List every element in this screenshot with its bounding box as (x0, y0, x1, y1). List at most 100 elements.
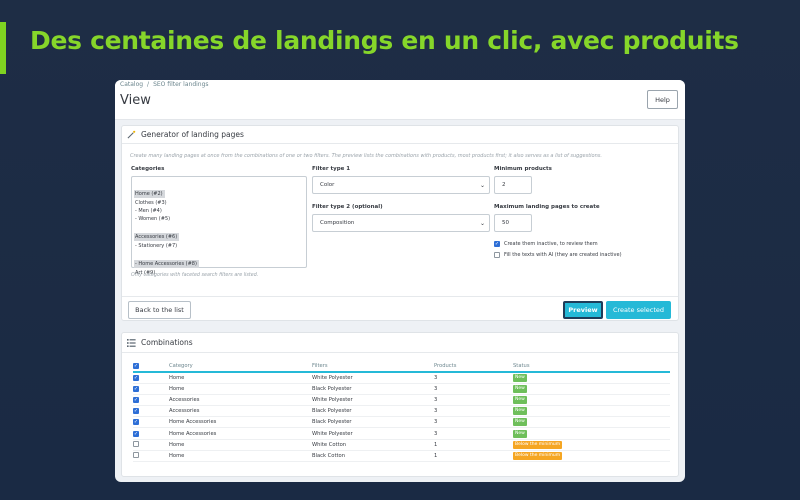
table-row[interactable]: ✓ Home Accessories White Polyester 3 New (133, 427, 670, 440)
table-row[interactable]: Home White Cotton 1 Below the minimum (133, 439, 670, 451)
row-checkbox[interactable] (133, 451, 139, 458)
breadcrumb-catalog[interactable]: Catalog (120, 81, 143, 88)
row-category: Accessories (169, 394, 312, 407)
help-button[interactable]: Help (647, 90, 678, 109)
inactive-label: Create them inactive, to review them (504, 241, 598, 247)
row-filters: Black Polyester (312, 383, 434, 395)
status-badge: New (513, 373, 527, 382)
row-checkbox[interactable] (133, 440, 139, 447)
row-select-cell (133, 450, 169, 463)
select-all-cell: ✓ (133, 360, 169, 373)
accent-bar (0, 22, 6, 74)
filter1-select[interactable]: Color ⌄ (312, 176, 490, 194)
ai-label: Fill the texts with AI (they are created… (504, 252, 622, 258)
combinations-header: Combinations (122, 333, 678, 353)
min-products-input[interactable]: 2 (494, 176, 532, 194)
row-checkbox[interactable]: ✓ (133, 430, 139, 437)
table-row[interactable]: ✓ Accessories Black Polyester 3 New (133, 405, 670, 418)
combinations-panel: Combinations ✓ Category Filters Products… (121, 332, 679, 477)
select-all-checkbox[interactable]: ✓ (133, 362, 139, 369)
magic-wand-icon (127, 130, 136, 139)
back-to-list-button[interactable]: Back to the list (128, 301, 191, 319)
row-category: Home (169, 439, 312, 451)
row-select-cell: ✓ (133, 405, 169, 418)
combinations-title: Combinations (141, 338, 193, 347)
inactive-option[interactable]: ✓ Create them inactive, to review them (494, 241, 598, 247)
row-status-cell: Below the minimum (513, 450, 670, 463)
table-row[interactable]: ✓ Accessories White Polyester 3 New (133, 394, 670, 407)
row-category: Home Accessories (169, 416, 312, 429)
category-option[interactable]: - Women (#5) (134, 215, 304, 223)
filter1-label: Filter type 1 (312, 166, 351, 172)
row-status-cell: New (513, 405, 670, 418)
status-badge: New (513, 429, 527, 438)
table-row[interactable]: Home Black Cotton 1 Below the minimum (133, 450, 670, 463)
preview-button[interactable]: Preview (563, 301, 603, 319)
categories-hint: Only categories with faceted search filt… (131, 273, 259, 278)
page-title: View (120, 93, 151, 108)
combinations-body: ✓ Home White Polyester 3 New ✓ Home Black Polye… (133, 372, 670, 463)
row-filters: White Polyester (312, 372, 434, 384)
category-option[interactable]: Clothes (#3) (134, 199, 304, 207)
row-select-cell: ✓ (133, 372, 169, 384)
category-option[interactable]: Home (#2) (134, 190, 165, 199)
row-products: 1 (434, 450, 513, 463)
status-badge: Below the minimum (513, 440, 563, 449)
category-option[interactable]: - Stationery (#7) (134, 242, 304, 250)
ai-option[interactable]: Fill the texts with AI (they are created… (494, 252, 622, 258)
table-row[interactable]: ✓ Home Black Polyester 3 New (133, 383, 670, 395)
create-selected-button[interactable]: Create selected (606, 301, 671, 319)
admin-window: Catalog / SEO filter landings View Help Ge… (115, 80, 685, 482)
row-products: 3 (434, 383, 513, 395)
row-category: Home (169, 383, 312, 395)
row-products: 3 (434, 427, 513, 440)
row-checkbox[interactable]: ✓ (133, 419, 139, 426)
row-status-cell: New (513, 372, 670, 384)
column-header[interactable]: Status (513, 360, 670, 373)
max-pages-input[interactable]: 50 (494, 214, 532, 232)
row-products: 3 (434, 372, 513, 384)
row-filters: White Polyester (312, 427, 434, 440)
row-products: 1 (434, 439, 513, 451)
filter2-value: Composition (320, 220, 355, 226)
column-header[interactable]: Products (434, 360, 513, 373)
row-checkbox[interactable]: ✓ (133, 408, 139, 415)
filter1-value: Color (320, 182, 335, 188)
row-status-cell: New (513, 416, 670, 429)
breadcrumb-current: SEO filter landings (153, 81, 209, 88)
row-products: 3 (434, 405, 513, 418)
headline: Des centaines de landings en un clic, av… (30, 26, 739, 55)
top-bar: Catalog / SEO filter landings View Help (115, 80, 685, 120)
panel-footer-divider (122, 296, 678, 297)
categories-listbox[interactable]: Home (#2) Clothes (#3) - Men (#4) - Wome… (131, 176, 307, 276)
table-row[interactable]: ✓ Home Accessories Black Polyester 3 New (133, 416, 670, 429)
generator-header: Generator of landing pages (122, 126, 678, 144)
status-badge: New (513, 418, 527, 427)
row-checkbox[interactable]: ✓ (133, 385, 139, 392)
combinations-table: ✓ Category Filters Products Status ✓ Home… (133, 360, 670, 463)
max-pages-label: Maximum landing pages to create (494, 204, 600, 210)
row-filters: Black Cotton (312, 450, 434, 463)
category-option[interactable]: Accessories (#6) (134, 233, 180, 242)
ai-checkbox[interactable] (494, 252, 500, 258)
row-checkbox[interactable]: ✓ (133, 396, 139, 403)
generator-panel: Generator of landing pages Create many l… (121, 125, 679, 321)
table-header-row: ✓ Category Filters Products Status (133, 360, 670, 373)
row-checkbox[interactable]: ✓ (133, 374, 139, 381)
column-header[interactable]: Filters (312, 360, 434, 373)
filter2-select[interactable]: Composition ⌄ (312, 214, 490, 232)
table-row[interactable]: ✓ Home White Polyester 3 New (133, 372, 670, 384)
category-option[interactable]: - Home Accessories (#8) (134, 260, 199, 269)
categories-label: Categories (131, 166, 165, 172)
chevron-down-icon: ⌄ (479, 182, 485, 189)
column-header[interactable]: Category (169, 360, 312, 373)
row-category: Accessories (169, 405, 312, 418)
row-filters: White Cotton (312, 439, 434, 451)
filter2-label: Filter type 2 (optional) (312, 204, 383, 210)
row-status-cell: New (513, 427, 670, 440)
category-option[interactable]: - Men (#4) (134, 207, 304, 215)
row-filters: Black Polyester (312, 416, 434, 429)
chevron-down-icon: ⌄ (479, 220, 485, 227)
row-select-cell: ✓ (133, 416, 169, 429)
inactive-checkbox[interactable]: ✓ (494, 241, 500, 247)
